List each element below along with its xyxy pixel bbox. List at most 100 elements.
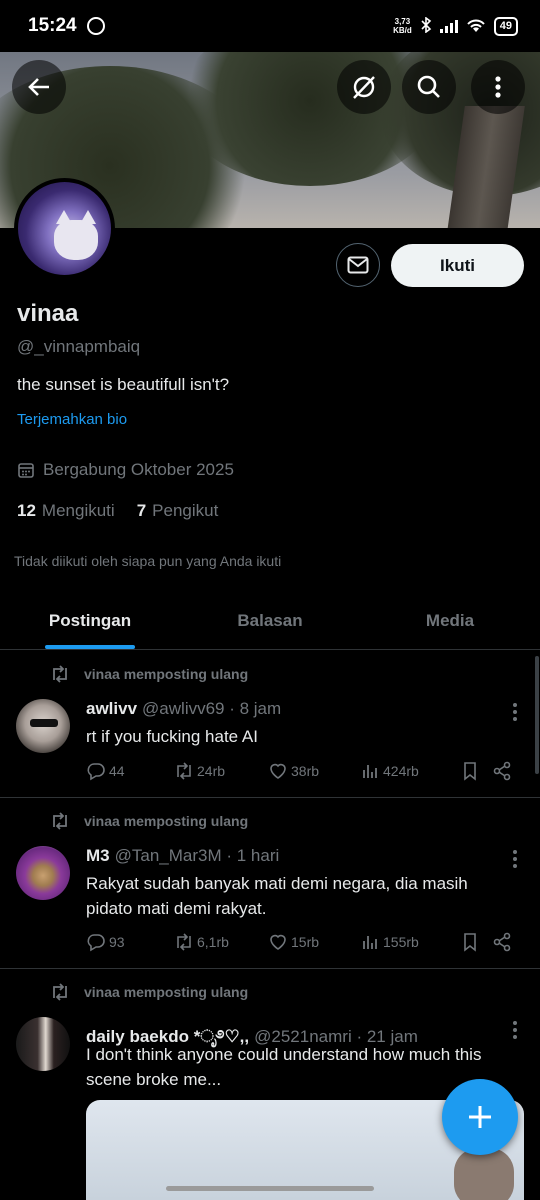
profile-name: vinaa bbox=[17, 300, 79, 327]
profile-avatar[interactable] bbox=[14, 178, 115, 279]
bookmark-button[interactable] bbox=[460, 932, 492, 952]
battery-indicator: 49 bbox=[493, 16, 518, 36]
tab-replies[interactable]: Balasan bbox=[180, 592, 360, 649]
status-time: 15:24 bbox=[28, 15, 77, 36]
post-text: rt if you fucking hate AI bbox=[86, 727, 258, 746]
post-more-button[interactable] bbox=[512, 850, 518, 868]
author-meta: @Tan_Mar3M · 1 hari bbox=[114, 846, 280, 865]
reply-icon bbox=[87, 763, 105, 781]
post-actions: 93 6,1rb 15rb 155rb bbox=[86, 932, 518, 952]
avatar[interactable] bbox=[16, 846, 70, 900]
network-speed: 3,73 KB/d bbox=[393, 17, 412, 35]
bookmark-button[interactable] bbox=[460, 761, 492, 781]
joined-date: Bergabung Oktober 2025 bbox=[17, 460, 234, 480]
share-icon bbox=[493, 932, 511, 952]
wifi-icon bbox=[467, 19, 485, 32]
post-text: Rakyat sudah banyak mati demi negara, di… bbox=[86, 874, 468, 918]
post-header: M3 @Tan_Mar3M · 1 hari bbox=[86, 846, 279, 866]
repost-label: vinaa memposting ulang bbox=[84, 984, 249, 1000]
post[interactable]: vinaa memposting ulang awlivv @awlivv69 … bbox=[0, 651, 540, 798]
arrow-left-icon bbox=[28, 78, 49, 96]
avatar[interactable] bbox=[16, 1017, 70, 1071]
back-button[interactable] bbox=[12, 60, 66, 114]
share-button[interactable] bbox=[492, 761, 516, 781]
views-icon bbox=[363, 936, 377, 949]
like-button[interactable]: 15rb bbox=[268, 932, 360, 952]
status-bar: 15:24 3,73 KB/d 49 bbox=[0, 0, 540, 52]
repost-icon bbox=[177, 933, 191, 951]
following-label: Mengikuti bbox=[41, 501, 115, 520]
like-count: 15rb bbox=[291, 934, 320, 950]
post-more-button[interactable] bbox=[512, 703, 518, 721]
views-button[interactable]: 424rb bbox=[360, 761, 460, 781]
repost-icon bbox=[53, 665, 67, 683]
followers-link[interactable]: 7 Pengikut bbox=[137, 501, 219, 521]
reply-icon bbox=[87, 934, 105, 952]
bluetooth-icon bbox=[420, 15, 432, 36]
share-icon bbox=[493, 761, 511, 781]
repost-icon bbox=[53, 983, 67, 1001]
bookmark-icon bbox=[464, 762, 476, 781]
post-more-button[interactable] bbox=[512, 1021, 518, 1039]
post-text: I don't think anyone could understand ho… bbox=[86, 1045, 482, 1089]
plus-icon bbox=[469, 1106, 491, 1128]
bookmark-icon bbox=[464, 933, 476, 952]
avatar[interactable] bbox=[16, 699, 70, 753]
network-speed-unit: KB/d bbox=[393, 26, 412, 35]
tab-posts[interactable]: Postingan bbox=[0, 592, 180, 649]
grok-icon bbox=[353, 76, 375, 99]
signal-icon bbox=[439, 19, 458, 33]
like-button[interactable]: 38rb bbox=[268, 761, 360, 781]
views-button[interactable]: 155rb bbox=[360, 932, 460, 952]
post[interactable]: vinaa memposting ulang M3 @Tan_Mar3M · 1… bbox=[0, 798, 540, 969]
tab-media[interactable]: Media bbox=[360, 592, 540, 649]
repost-icon bbox=[53, 812, 67, 830]
not-followed-note: Tidak diikuti oleh siapa pun yang Anda i… bbox=[14, 553, 282, 569]
like-count: 38rb bbox=[291, 763, 320, 779]
views-icon bbox=[363, 765, 377, 778]
repost-icon bbox=[177, 762, 191, 780]
author-name[interactable]: awlivv bbox=[86, 699, 137, 719]
reply-button[interactable]: 93 bbox=[86, 932, 174, 952]
reply-count: 44 bbox=[109, 763, 125, 779]
more-options-button[interactable] bbox=[471, 60, 525, 114]
translate-bio-link[interactable]: Terjemahkan bio bbox=[17, 411, 127, 428]
repost-indicator: vinaa memposting ulang bbox=[50, 812, 248, 830]
share-button[interactable] bbox=[492, 932, 516, 952]
reply-count: 93 bbox=[109, 934, 125, 950]
repost-label: vinaa memposting ulang bbox=[84, 666, 249, 682]
network-speed-value: 3,73 bbox=[394, 17, 411, 26]
compose-post-button[interactable] bbox=[442, 1079, 518, 1155]
search-button[interactable] bbox=[402, 60, 456, 114]
repost-button[interactable]: 6,1rb bbox=[174, 932, 268, 952]
following-count: 12 bbox=[17, 501, 36, 520]
post-header: awlivv @awlivv69 · 8 jam bbox=[86, 699, 281, 719]
repost-indicator: vinaa memposting ulang bbox=[50, 665, 248, 683]
search-icon bbox=[417, 75, 440, 98]
heart-icon bbox=[270, 763, 286, 779]
reply-button[interactable]: 44 bbox=[86, 761, 174, 781]
repost-indicator: vinaa memposting ulang bbox=[50, 983, 248, 1001]
view-count: 155rb bbox=[383, 934, 419, 950]
status-indicators: 3,73 KB/d 49 bbox=[393, 15, 518, 36]
message-button[interactable] bbox=[336, 243, 380, 287]
repost-count: 6,1rb bbox=[197, 934, 229, 950]
view-count: 424rb bbox=[383, 763, 419, 779]
calendar-icon bbox=[18, 463, 34, 478]
whatsapp-icon bbox=[86, 17, 105, 35]
follow-stats: 12 Mengikuti 7 Pengikut bbox=[17, 501, 218, 521]
home-indicator[interactable] bbox=[166, 1186, 374, 1191]
grok-button[interactable] bbox=[337, 60, 391, 114]
repost-button[interactable]: 24rb bbox=[174, 761, 268, 781]
profile-bio: the sunset is beautifull isn't? bbox=[17, 375, 230, 394]
followers-label: Pengikut bbox=[152, 501, 219, 520]
mail-icon bbox=[347, 256, 369, 274]
follow-button[interactable]: Ikuti bbox=[391, 244, 524, 287]
author-name[interactable]: M3 bbox=[86, 846, 110, 866]
profile-handle: @_vinnapmbaiq bbox=[17, 337, 141, 356]
more-vertical-icon bbox=[495, 76, 501, 98]
following-link[interactable]: 12 Mengikuti bbox=[17, 501, 115, 521]
author-meta: @awlivv69 · 8 jam bbox=[142, 699, 282, 718]
repost-label: vinaa memposting ulang bbox=[84, 813, 249, 829]
repost-count: 24rb bbox=[197, 763, 226, 779]
